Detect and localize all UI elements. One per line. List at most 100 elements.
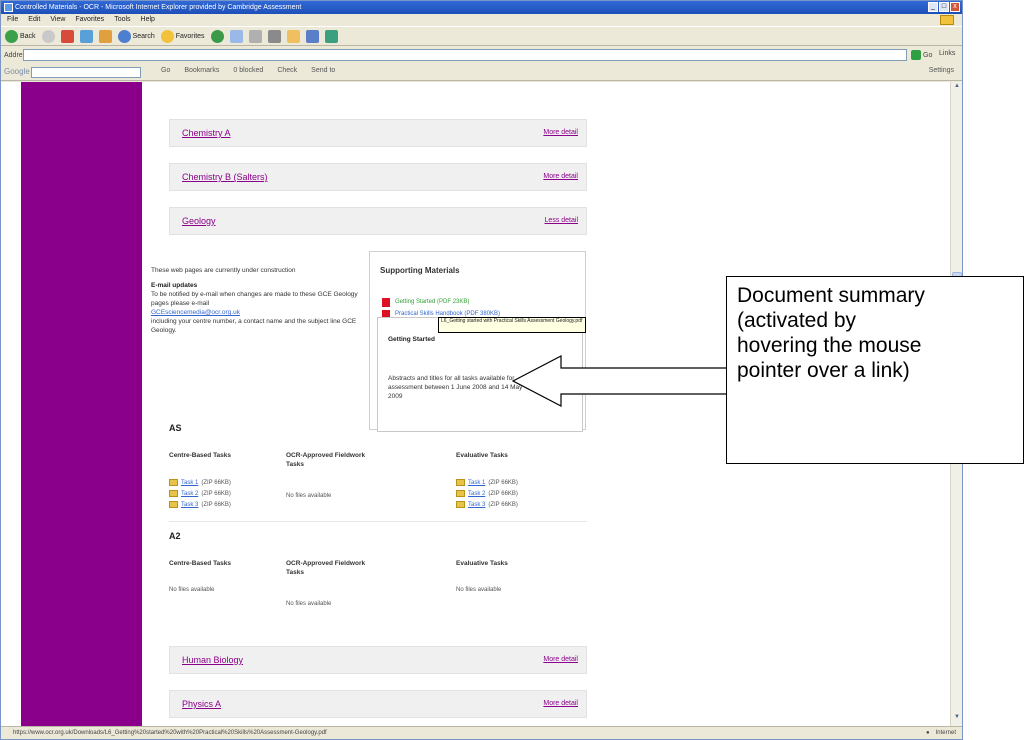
address-bar: Address Go Links bbox=[1, 47, 962, 64]
star-icon bbox=[160, 29, 174, 43]
google-toolbar-right: Settings bbox=[929, 67, 954, 74]
file-size: (ZIP 66KB) bbox=[201, 479, 231, 486]
file-size: (ZIP 66KB) bbox=[201, 501, 231, 508]
zip-icon bbox=[456, 501, 465, 508]
column-heading: OCR-Approved Fieldwork Tasks bbox=[286, 452, 366, 468]
notice-text: These web pages are currently under cons… bbox=[151, 267, 296, 274]
research-icon bbox=[324, 29, 338, 43]
less-detail-link[interactable]: Less detail bbox=[545, 217, 578, 224]
zip-icon bbox=[456, 490, 465, 497]
go-arrow-icon bbox=[911, 50, 921, 60]
subject-accordion[interactable]: Chemistry B (Salters) More detail bbox=[169, 163, 587, 191]
task-link[interactable]: Task 2 bbox=[468, 491, 485, 497]
summary-text: Abstracts and titles for all tasks avail… bbox=[388, 375, 523, 400]
scroll-down-arrow-icon[interactable]: ▼ bbox=[952, 714, 962, 724]
more-detail-link[interactable]: More detail bbox=[543, 173, 578, 180]
more-detail-link[interactable]: More detail bbox=[543, 656, 578, 663]
column-heading: OCR-Approved Fieldwork Tasks bbox=[286, 560, 366, 576]
status-url: https://www.ocr.org.uk/Downloads/L6_Gett… bbox=[13, 730, 327, 736]
history-button[interactable] bbox=[229, 29, 243, 43]
stop-icon bbox=[60, 29, 74, 43]
google-search-input[interactable] bbox=[31, 67, 141, 78]
search-button[interactable]: Search bbox=[117, 29, 155, 43]
status-bar: https://www.ocr.org.uk/Downloads/L6_Gett… bbox=[1, 726, 962, 739]
menu-file[interactable]: File bbox=[7, 14, 18, 26]
favorites-button[interactable]: Favorites bbox=[160, 29, 205, 43]
back-arrow-icon bbox=[5, 29, 18, 43]
email-updates-tail: including your centre number, a contact … bbox=[151, 318, 357, 334]
media-button[interactable] bbox=[210, 29, 224, 43]
address-input[interactable] bbox=[23, 49, 907, 61]
google-send-to-button[interactable]: Send to bbox=[311, 67, 335, 74]
mail-button[interactable] bbox=[248, 29, 262, 43]
subject-link[interactable]: Chemistry B (Salters) bbox=[182, 172, 268, 182]
task-row: Task 2 (ZIP 66KB) bbox=[169, 490, 231, 497]
task-link[interactable]: Task 1 bbox=[181, 480, 198, 486]
stop-button[interactable] bbox=[60, 29, 74, 43]
forward-button[interactable] bbox=[41, 29, 55, 43]
google-bookmarks-button[interactable]: Bookmarks bbox=[184, 67, 219, 74]
standard-toolbar: Back Search Favorites bbox=[1, 26, 962, 46]
task-link[interactable]: Task 2 bbox=[181, 491, 198, 497]
no-files-text: No files available bbox=[456, 587, 502, 593]
menu-view[interactable]: View bbox=[50, 14, 65, 26]
supporting-materials-heading: Supporting Materials bbox=[380, 266, 460, 275]
getting-started-link[interactable]: Getting Started (PDF 23KB) bbox=[395, 299, 469, 305]
subject-link[interactable]: Chemistry A bbox=[182, 128, 231, 138]
google-check-button[interactable]: Check bbox=[277, 67, 297, 74]
zip-icon bbox=[456, 479, 465, 486]
go-button[interactable]: Go bbox=[911, 49, 935, 61]
file-size: (ZIP 66KB) bbox=[488, 479, 518, 486]
email-updates-heading: E-mail updates bbox=[151, 282, 198, 289]
task-link[interactable]: Task 3 bbox=[468, 502, 485, 508]
task-link[interactable]: Task 3 bbox=[181, 502, 198, 508]
a2-section-label: A2 bbox=[169, 531, 181, 541]
subject-accordion[interactable]: Chemistry A More detail bbox=[169, 119, 587, 147]
subject-accordion-geology[interactable]: Geology Less detail bbox=[169, 207, 587, 235]
zip-icon bbox=[169, 479, 178, 486]
back-button[interactable]: Back bbox=[5, 29, 36, 43]
subject-link[interactable]: Physics A bbox=[182, 699, 221, 709]
home-button[interactable] bbox=[98, 29, 112, 43]
google-toolbar: Google Go Bookmarks 0 blocked Check Send… bbox=[1, 64, 962, 81]
links-button[interactable]: Links bbox=[939, 50, 955, 57]
folder-icon bbox=[286, 29, 300, 43]
folder-button[interactable] bbox=[286, 29, 300, 43]
google-logo: Google bbox=[4, 67, 30, 76]
callout-line: Document summary bbox=[737, 284, 925, 307]
more-detail-link[interactable]: More detail bbox=[543, 129, 578, 136]
menu-bar: File Edit View Favorites Tools Help bbox=[1, 14, 962, 26]
minimize-button[interactable]: _ bbox=[928, 2, 938, 12]
column-heading: Centre-Based Tasks bbox=[169, 452, 232, 459]
task-link[interactable]: Task 1 bbox=[468, 480, 485, 486]
subject-link[interactable]: Human Biology bbox=[182, 655, 243, 665]
task-row: Task 1 (ZIP 66KB) bbox=[456, 479, 518, 486]
maximize-button[interactable]: □ bbox=[939, 2, 949, 12]
messenger-button[interactable] bbox=[305, 29, 319, 43]
menu-tools[interactable]: Tools bbox=[114, 14, 130, 26]
print-button[interactable] bbox=[267, 29, 281, 43]
callout-line: pointer over a link) bbox=[737, 359, 910, 382]
more-detail-link[interactable]: More detail bbox=[543, 700, 578, 707]
close-button[interactable]: x bbox=[950, 2, 960, 12]
email-link[interactable]: GCEsciencemedia@ocr.org.uk bbox=[151, 308, 361, 317]
menu-edit[interactable]: Edit bbox=[28, 14, 40, 26]
column-heading: Centre-Based Tasks bbox=[169, 560, 232, 567]
column-heading: Evaluative Tasks bbox=[456, 560, 508, 567]
google-settings-button[interactable]: Settings bbox=[929, 67, 954, 74]
title-bar: Controlled Materials - OCR - Microsoft I… bbox=[1, 1, 962, 14]
research-button[interactable] bbox=[324, 29, 338, 43]
construction-notice: These web pages are currently under cons… bbox=[151, 266, 361, 335]
status-right: ● Internet bbox=[926, 727, 956, 739]
menu-help[interactable]: Help bbox=[141, 14, 155, 26]
summary-heading: Getting Started bbox=[388, 336, 435, 343]
subject-accordion[interactable]: Human Biology More detail bbox=[169, 646, 587, 674]
zip-icon bbox=[169, 501, 178, 508]
popup-blocked-indicator[interactable]: 0 blocked bbox=[233, 67, 263, 74]
menu-favorites[interactable]: Favorites bbox=[75, 14, 104, 26]
subject-link[interactable]: Geology bbox=[182, 216, 216, 226]
scroll-up-arrow-icon[interactable]: ▲ bbox=[952, 83, 962, 93]
google-go-button[interactable]: Go bbox=[161, 67, 170, 74]
refresh-button[interactable] bbox=[79, 29, 93, 43]
subject-accordion[interactable]: Physics A More detail bbox=[169, 690, 587, 718]
